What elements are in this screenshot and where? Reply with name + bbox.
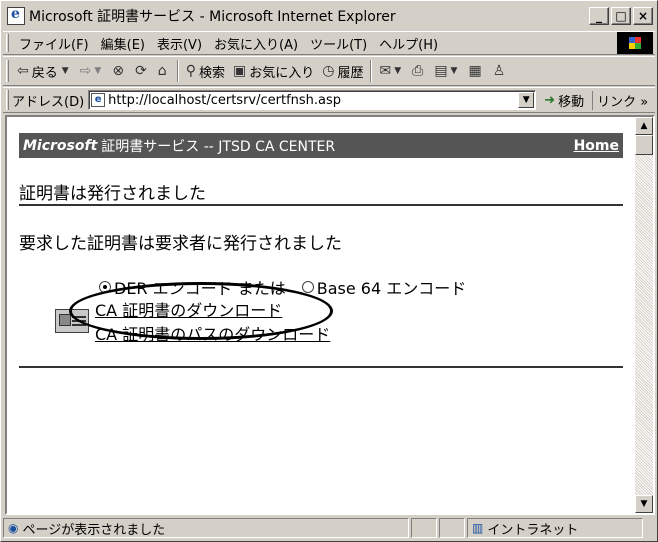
favorites-icon: ▣	[232, 63, 247, 79]
internet-explorer-icon	[7, 6, 25, 25]
favorites-button[interactable]: ▣ お気に入り	[229, 62, 318, 81]
content-viewport: Microsoft 証明書サービス -- JTSD CA CENTER Home…	[5, 115, 655, 515]
back-dropdown-icon[interactable]: ▼	[62, 66, 69, 76]
menu-favorites[interactable]: お気に入り(A)	[208, 34, 304, 53]
microsoft-logo: Microsoft	[23, 137, 98, 154]
toolbar-grip[interactable]	[6, 60, 9, 82]
title-bar: Microsoft 証明書サービス - Microsoft Internet E…	[3, 3, 655, 29]
toolbar-separator	[176, 60, 179, 82]
status-message: ページが表示されました	[22, 522, 166, 538]
forward-dropdown-icon[interactable]: ▼	[94, 66, 101, 76]
page-icon: e	[91, 93, 106, 107]
back-arrow-icon: ⇦	[17, 63, 29, 79]
mail-button[interactable]: ✉ ▼	[375, 63, 408, 79]
stop-icon: ⊗	[112, 63, 125, 79]
download-ca-chain-link[interactable]: CA 証明書のパスのダウンロード	[95, 321, 330, 345]
stop-button[interactable]: ⊗	[108, 63, 131, 79]
menu-view[interactable]: 表示(V)	[151, 34, 208, 53]
address-dropdown-icon[interactable]: ▼	[518, 92, 535, 108]
page-done-icon: ◉	[8, 521, 19, 535]
status-message-cell: ◉ ページが表示されました	[3, 518, 409, 538]
status-cell-empty	[439, 518, 465, 538]
scroll-thumb[interactable]	[635, 135, 653, 155]
vertical-scrollbar[interactable]: ▲ ▼	[635, 117, 653, 513]
favorites-label: お気に入り	[249, 65, 315, 81]
home-link[interactable]: Home	[574, 138, 619, 154]
go-button[interactable]: ➜ 移動	[544, 91, 584, 110]
status-cell-empty	[411, 518, 437, 538]
base64-encoding-label[interactable]: Base 64 エンコード	[317, 275, 467, 299]
service-name: 証明書サービス -- JTSD CA CENTER	[101, 138, 336, 155]
issued-message: 要求した証明書は要求者に発行されました	[19, 234, 342, 254]
print-button[interactable]: ⎙	[408, 63, 430, 79]
security-zone: イントラネット	[487, 522, 579, 538]
status-bar: ◉ ページが表示されました ▥ イントラネット	[3, 517, 655, 539]
menu-grip[interactable]	[6, 34, 9, 52]
security-zone-cell: ▥ イントラネット	[467, 518, 643, 538]
standard-toolbar: ⇦ 戻る ▼ ⇨ ▼ ⊗ ⟳ ⌂ ⚲ 検索 ▣ お気に入り ◷ 履歴 ✉ ▼ ⎙ …	[3, 56, 655, 86]
back-label: 戻る	[31, 65, 58, 81]
search-label: 検索	[198, 65, 225, 81]
scroll-down-icon[interactable]: ▼	[635, 495, 653, 513]
heading-divider	[19, 204, 623, 206]
der-encoding-label[interactable]: DER エンコード または	[114, 275, 286, 299]
mail-dropdown-icon[interactable]: ▼	[394, 66, 401, 76]
browser-window: Microsoft 証明書サービス - Microsoft Internet E…	[0, 0, 658, 542]
mail-icon: ✉	[379, 63, 392, 79]
address-bar: アドレス(D) e ▼ ➜ 移動 リンク »	[3, 87, 655, 113]
download-ca-cert-link[interactable]: CA 証明書のダウンロード	[95, 297, 282, 321]
forward-button[interactable]: ⇨ ▼	[76, 63, 109, 79]
history-icon: ◷	[322, 63, 335, 79]
page-title: 証明書は発行されました	[19, 184, 206, 204]
edit-button[interactable]: ▤ ▼	[430, 63, 464, 79]
search-button[interactable]: ⚲ 検索	[182, 62, 229, 81]
refresh-icon: ⟳	[135, 63, 147, 79]
back-button[interactable]: ⇦ 戻る ▼	[13, 62, 76, 81]
toolbar-separator	[370, 60, 373, 82]
menu-edit[interactable]: 編集(E)	[95, 34, 151, 53]
menu-tools[interactable]: ツール(T)	[304, 34, 373, 53]
messenger-button[interactable]: ♙	[489, 63, 513, 79]
forward-arrow-icon: ⇨	[79, 63, 92, 79]
window-title: Microsoft 証明書サービス - Microsoft Internet E…	[29, 9, 396, 25]
discuss-icon: ▦	[468, 63, 482, 79]
minimize-button[interactable]: _	[589, 7, 609, 25]
base64-encoding-radio[interactable]	[301, 281, 314, 293]
edit-icon: ▤	[434, 63, 448, 79]
windows-logo-icon	[617, 32, 653, 54]
history-button[interactable]: ◷ 履歴	[318, 62, 367, 81]
home-button[interactable]: ⌂	[154, 63, 174, 79]
certificate-icon	[55, 309, 89, 333]
intranet-icon: ▥	[472, 521, 484, 535]
go-label: 移動	[558, 94, 585, 110]
address-box[interactable]: e ▼	[88, 90, 537, 110]
address-grip[interactable]	[6, 90, 9, 110]
links-button[interactable]: リンク »	[592, 90, 648, 110]
edit-dropdown-icon[interactable]: ▼	[451, 66, 458, 76]
address-label: アドレス(D)	[12, 94, 85, 110]
maximize-button[interactable]: □	[611, 7, 631, 25]
discuss-button[interactable]: ▦	[464, 63, 488, 79]
go-arrow-icon: ➜	[544, 92, 556, 108]
page-content: Microsoft 証明書サービス -- JTSD CA CENTER Home…	[7, 117, 637, 513]
refresh-button[interactable]: ⟳	[131, 63, 154, 79]
menu-help[interactable]: ヘルプ(H)	[373, 34, 444, 53]
messenger-icon: ♙	[492, 63, 506, 79]
home-icon: ⌂	[157, 63, 167, 79]
menu-file[interactable]: ファイル(F)	[13, 34, 95, 53]
encoding-options: DER エンコード または Base 64 エンコード	[99, 275, 482, 299]
close-button[interactable]: ×	[633, 7, 653, 25]
scroll-up-icon[interactable]: ▲	[635, 117, 653, 135]
service-banner: Microsoft 証明書サービス -- JTSD CA CENTER Home	[19, 133, 623, 158]
print-icon: ⎙	[412, 63, 424, 79]
menu-bar: ファイル(F) 編集(E) 表示(V) お気に入り(A) ツール(T) ヘルプ(…	[3, 31, 655, 55]
der-encoding-radio[interactable]	[99, 281, 111, 293]
history-label: 履歴	[337, 65, 364, 81]
address-input[interactable]	[108, 92, 509, 108]
footer-divider	[19, 366, 623, 368]
search-icon: ⚲	[185, 63, 196, 79]
